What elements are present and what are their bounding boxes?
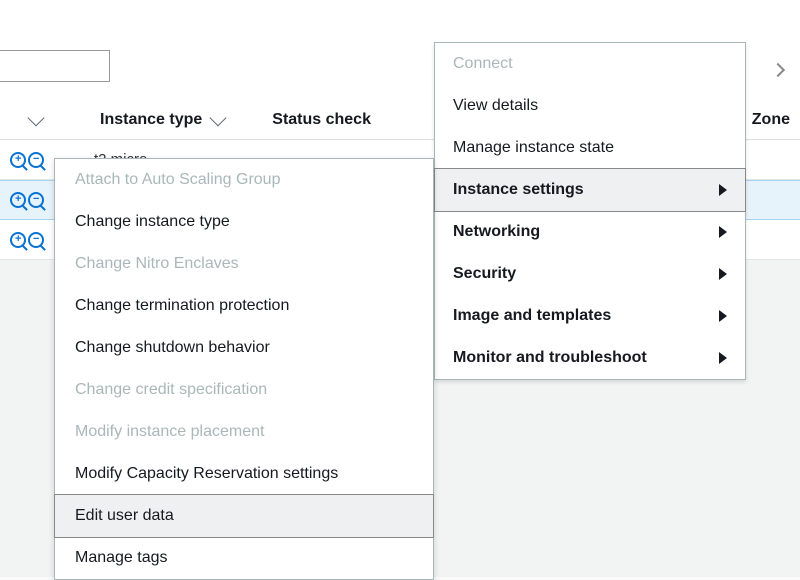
menu-label: Manage instance state bbox=[453, 139, 614, 157]
caret-right-icon bbox=[719, 310, 727, 322]
submenu-change-type[interactable]: Change instance type bbox=[55, 201, 433, 243]
chevron-right-icon bbox=[771, 63, 785, 77]
zoom-in-icon[interactable] bbox=[10, 232, 26, 248]
caret-right-icon bbox=[719, 268, 727, 280]
column-instance-type[interactable]: Instance type bbox=[100, 111, 224, 129]
menu-item-networking[interactable]: Networking bbox=[435, 211, 745, 253]
instance-settings-submenu: Attach to Auto Scaling Group Change inst… bbox=[54, 158, 434, 580]
menu-label: Connect bbox=[453, 55, 513, 73]
menu-item-manage-state[interactable]: Manage instance state bbox=[435, 127, 745, 169]
menu-label: Security bbox=[453, 265, 516, 283]
menu-item-monitor[interactable]: Monitor and troubleshoot bbox=[435, 337, 745, 379]
zoom-out-icon[interactable] bbox=[28, 232, 44, 248]
menu-label: View details bbox=[453, 97, 538, 115]
submenu-modify-placement: Modify instance placement bbox=[55, 411, 433, 453]
column-zone[interactable]: Zone bbox=[752, 111, 790, 129]
column-label: Zone bbox=[752, 111, 790, 129]
zoom-out-icon[interactable] bbox=[28, 152, 44, 168]
submenu-change-termination[interactable]: Change termination protection bbox=[55, 285, 433, 327]
zoom-out-icon[interactable] bbox=[28, 192, 44, 208]
next-page-button[interactable] bbox=[764, 56, 792, 84]
submenu-change-shutdown[interactable]: Change shutdown behavior bbox=[55, 327, 433, 369]
column-status-check[interactable]: Status check bbox=[272, 111, 371, 129]
sort-icon bbox=[210, 109, 227, 126]
sort-icon[interactable] bbox=[28, 109, 45, 126]
column-label: Status check bbox=[272, 111, 371, 129]
submenu-change-credit: Change credit specification bbox=[55, 369, 433, 411]
caret-right-icon bbox=[719, 352, 727, 364]
menu-label: Instance settings bbox=[453, 181, 584, 199]
filter-input[interactable] bbox=[0, 50, 110, 82]
menu-label: Networking bbox=[453, 223, 540, 241]
zoom-in-icon[interactable] bbox=[10, 192, 26, 208]
menu-item-view-details[interactable]: View details bbox=[435, 85, 745, 127]
menu-item-instance-settings[interactable]: Instance settings bbox=[434, 168, 746, 212]
menu-item-security[interactable]: Security bbox=[435, 253, 745, 295]
menu-label: Monitor and troubleshoot bbox=[453, 349, 647, 367]
caret-right-icon bbox=[719, 184, 727, 196]
menu-label: Image and templates bbox=[453, 307, 611, 325]
submenu-attach-asg: Attach to Auto Scaling Group bbox=[55, 159, 433, 201]
menu-item-image-templates[interactable]: Image and templates bbox=[435, 295, 745, 337]
submenu-change-nitro: Change Nitro Enclaves bbox=[55, 243, 433, 285]
column-label: Instance type bbox=[100, 111, 202, 129]
caret-right-icon bbox=[719, 226, 727, 238]
submenu-edit-user-data[interactable]: Edit user data bbox=[54, 494, 434, 538]
zoom-in-icon[interactable] bbox=[10, 152, 26, 168]
menu-item-connect: Connect bbox=[435, 43, 745, 85]
submenu-manage-tags[interactable]: Manage tags bbox=[55, 537, 433, 579]
actions-menu: Connect View details Manage instance sta… bbox=[434, 42, 746, 380]
submenu-modify-capacity[interactable]: Modify Capacity Reservation settings bbox=[55, 453, 433, 495]
